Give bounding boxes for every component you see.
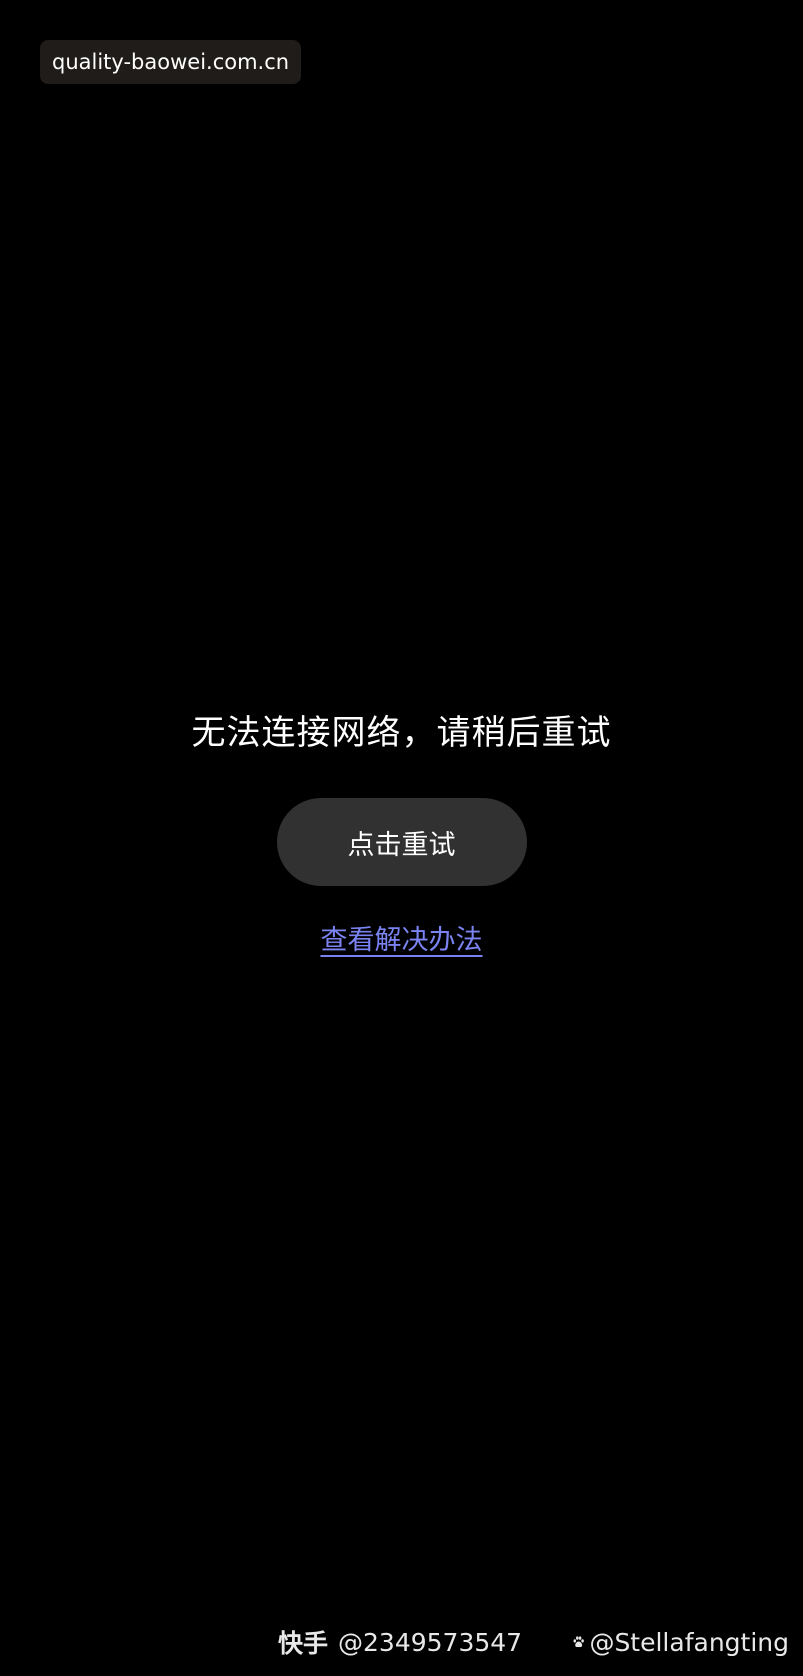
kuaishou-user-id: @2349573547 — [338, 1627, 523, 1657]
retry-button-label: 点击重试 — [347, 829, 456, 861]
paw-icon — [573, 1636, 584, 1648]
kuaishou-brand: 快手 — [278, 1629, 329, 1658]
source-watermark-text: quality-baowei.com.cn — [52, 50, 290, 74]
source-watermark-badge: quality-baowei.com.cn — [40, 40, 302, 84]
video-watermark: 快手 @2349573547 @Stellafangting — [278, 1622, 789, 1662]
weibo-handle: @Stellafangting — [589, 1627, 789, 1657]
network-error-panel: 无法连接网络，请稍后重试 点击重试 查看解决办法 — [0, 708, 803, 957]
retry-button[interactable]: 点击重试 — [276, 798, 527, 886]
error-message: 无法连接网络，请稍后重试 — [191, 713, 612, 753]
view-solution-link[interactable]: 查看解决办法 — [321, 918, 483, 957]
